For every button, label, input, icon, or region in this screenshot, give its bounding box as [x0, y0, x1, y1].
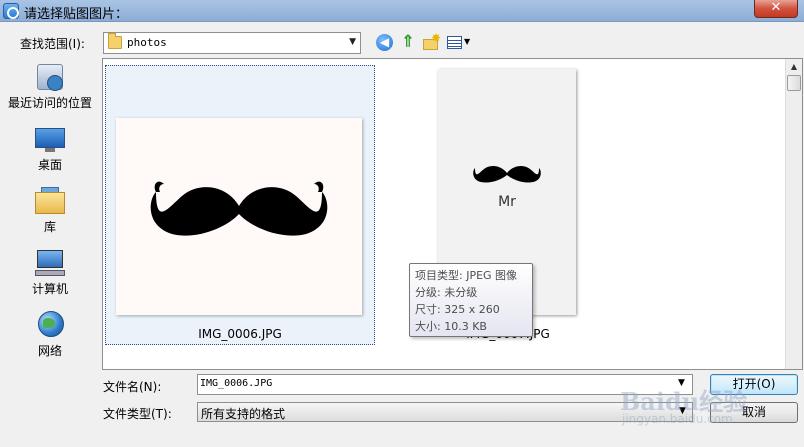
look-in-combobox[interactable]: photos ▼	[103, 32, 361, 54]
recent-places-icon	[33, 62, 67, 92]
place-label: 计算机	[31, 282, 68, 296]
folder-icon	[108, 33, 122, 49]
mustache-image	[150, 181, 328, 236]
place-libraries[interactable]: 库	[0, 186, 100, 244]
chevron-down-icon[interactable]: ▼	[678, 378, 685, 388]
computer-icon	[33, 248, 67, 278]
sparkle-icon: ✸	[431, 31, 442, 45]
chevron-down-icon[interactable]: ▼	[349, 37, 356, 47]
window-title: 请选择贴图图片：	[24, 7, 129, 22]
place-label: 最近访问的位置	[7, 96, 92, 110]
chevron-down-icon[interactable]: ▼	[679, 406, 686, 416]
thumbnail-text: Mr	[498, 194, 516, 210]
place-label: 桌面	[37, 158, 62, 172]
up-arrow-icon: ⇑	[400, 32, 416, 52]
cancel-button[interactable]: 取消	[710, 402, 798, 423]
view-grid-icon	[447, 36, 462, 49]
look-in-label: 查找范围(I):	[20, 37, 85, 51]
file-list-view[interactable]: IMG_0006.JPG Mr IMG_0007.JPG 项目类型: JPEG …	[102, 58, 803, 370]
look-in-value: photos	[127, 36, 167, 49]
places-bar: 最近访问的位置 桌面 库 计算机 网络	[0, 58, 100, 368]
file-item[interactable]: IMG_0006.JPG	[105, 65, 375, 345]
place-recent[interactable]: 最近访问的位置	[0, 62, 100, 120]
tooltip-rating: 分级: 未分级	[415, 286, 478, 299]
file-thumbnail	[116, 118, 362, 315]
tooltip-type: 项目类型: JPEG 图像	[415, 269, 518, 282]
mustache-image	[473, 165, 541, 183]
place-network[interactable]: 网络	[0, 310, 100, 368]
libraries-icon	[33, 186, 67, 216]
tooltip-size: 大小: 10.3 KB	[415, 320, 487, 333]
scroll-thumb[interactable]	[787, 75, 801, 91]
desktop-icon	[33, 124, 67, 154]
title-bar: 请选择贴图图片： ✕	[0, 0, 804, 22]
back-button[interactable]: ◀	[375, 33, 395, 53]
filetype-select[interactable]: 所有支持的格式	[197, 402, 693, 422]
view-menu-button[interactable]: ▼	[445, 33, 473, 53]
place-computer[interactable]: 计算机	[0, 248, 100, 306]
close-button[interactable]: ✕	[754, 0, 798, 18]
file-info-tooltip: 项目类型: JPEG 图像 分级: 未分级 尺寸: 325 x 260 大小: …	[409, 263, 533, 337]
vertical-scrollbar[interactable]: ▲	[785, 59, 802, 369]
scroll-up-icon[interactable]: ▲	[786, 59, 802, 75]
filetype-label: 文件类型(T):	[103, 407, 172, 421]
new-folder-button[interactable]: ✸	[421, 31, 442, 53]
filename-input[interactable]: IMG_0006.JPG	[197, 374, 693, 395]
back-arrow-icon: ◀	[376, 34, 393, 51]
up-folder-button[interactable]: ⇑	[398, 33, 418, 53]
place-label: 网络	[37, 344, 62, 358]
place-label: 库	[43, 220, 56, 234]
chevron-down-icon: ▼	[464, 37, 471, 46]
tooltip-dimensions: 尺寸: 325 x 260	[415, 303, 500, 316]
network-icon	[33, 310, 67, 340]
file-name: IMG_0006.JPG	[198, 327, 282, 341]
filename-label: 文件名(N):	[103, 380, 162, 394]
open-button[interactable]: 打开(O)	[710, 374, 798, 395]
place-desktop[interactable]: 桌面	[0, 124, 100, 182]
app-icon	[3, 3, 19, 19]
